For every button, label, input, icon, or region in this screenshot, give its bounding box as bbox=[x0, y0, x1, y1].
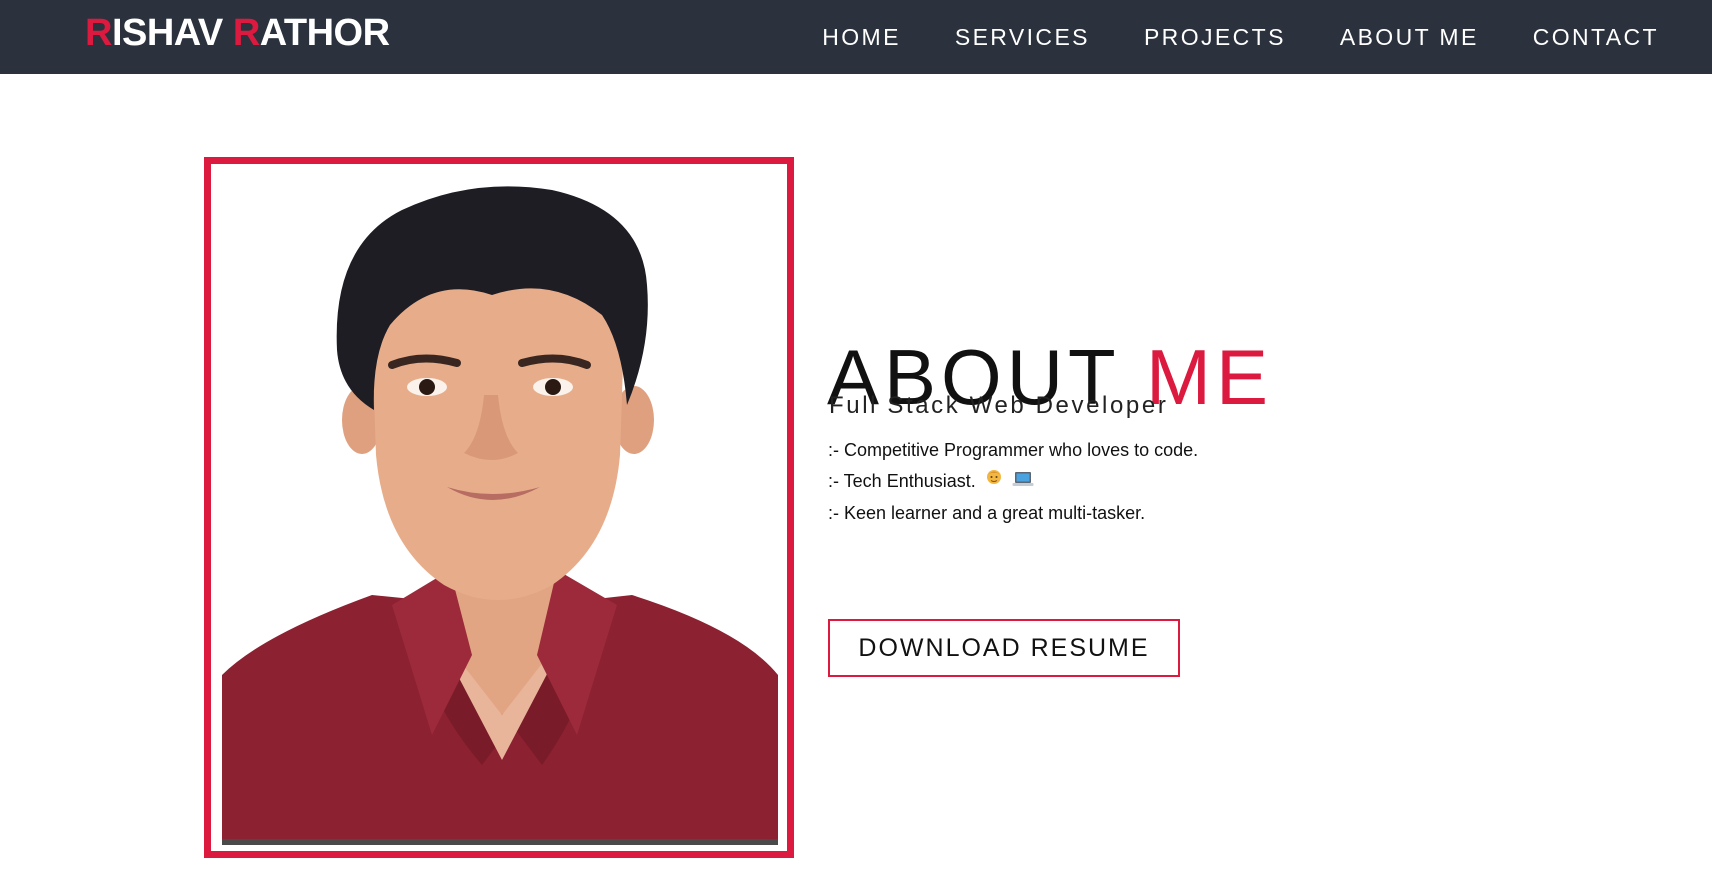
man-technologist-icon bbox=[985, 467, 1003, 498]
about-point: :- Tech Enthusiast. bbox=[828, 466, 1198, 498]
about-point: :- Keen learner and a great multi-tasker… bbox=[828, 498, 1198, 529]
profile-photo-frame bbox=[204, 157, 794, 858]
nav-projects[interactable]: PROJECTS bbox=[1144, 24, 1286, 51]
about-point-text: :- Keen learner and a great multi-tasker… bbox=[828, 502, 1146, 523]
navbar: RISHAV RATHOR HOME SERVICES PROJECTS ABO… bbox=[0, 0, 1712, 74]
nav-contact[interactable]: CONTACT bbox=[1533, 24, 1659, 51]
nav-services[interactable]: SERVICES bbox=[955, 24, 1090, 51]
logo-first-name-rest: ISHAV bbox=[111, 12, 233, 54]
logo-initial-last: R bbox=[232, 12, 260, 54]
logo-initial-first: R bbox=[85, 12, 112, 54]
profile-photo bbox=[222, 175, 778, 845]
logo-last-name-rest: ATHOR bbox=[259, 12, 390, 54]
main-nav: HOME SERVICES PROJECTS ABOUT ME CONTACT bbox=[822, 0, 1659, 74]
job-title: Full Stack Web Developer bbox=[829, 392, 1169, 419]
about-points: :- Competitive Programmer who loves to c… bbox=[828, 435, 1198, 529]
about-point-text: :- Competitive Programmer who loves to c… bbox=[828, 440, 1199, 460]
download-resume-button[interactable]: DOWNLOAD RESUME bbox=[828, 619, 1180, 677]
about-point: :- Competitive Programmer who loves to c… bbox=[828, 435, 1198, 466]
site-logo[interactable]: RISHAV RATHOR bbox=[85, 12, 390, 55]
nav-home[interactable]: HOME bbox=[822, 24, 901, 51]
laptop-icon bbox=[1012, 467, 1034, 498]
nav-about-me[interactable]: ABOUT ME bbox=[1340, 24, 1479, 51]
about-point-text: :- Tech Enthusiast. bbox=[828, 471, 976, 491]
